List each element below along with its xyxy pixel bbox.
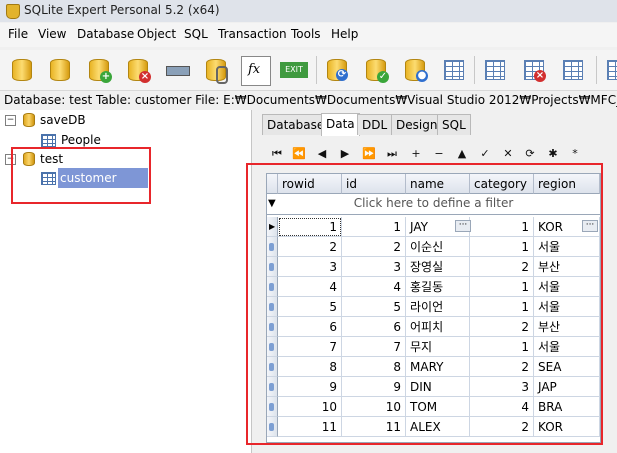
insert-record-icon[interactable]: + xyxy=(405,145,427,163)
refresh-data-icon[interactable]: ⟳ xyxy=(519,145,541,163)
app-icon xyxy=(6,4,20,19)
menu-sql[interactable]: SQL xyxy=(184,27,208,41)
attach-database-icon[interactable]: + xyxy=(85,56,113,84)
exit-icon[interactable]: EXIT xyxy=(280,62,308,78)
first-record-icon[interactable]: ⏮ xyxy=(266,145,288,163)
tab-ddl[interactable]: DDL xyxy=(357,114,393,135)
next-record-icon[interactable]: ▶ xyxy=(334,145,356,163)
path-bar: Database: test Table: customer File: E:₩… xyxy=(0,91,617,110)
check-icon[interactable]: ✓ xyxy=(362,56,390,84)
menu-view[interactable]: View xyxy=(38,27,66,41)
cancel-edit-icon[interactable]: ✕ xyxy=(497,145,519,163)
last-record-icon[interactable]: ⏭ xyxy=(381,145,403,163)
edit-record-icon[interactable]: ▲ xyxy=(451,145,473,163)
filter-icon[interactable]: * xyxy=(564,145,586,163)
prior-page-icon[interactable]: ⏪ xyxy=(288,145,310,163)
tab-design[interactable]: Design xyxy=(391,114,443,135)
open-database-icon[interactable] xyxy=(46,56,74,84)
more-icon[interactable] xyxy=(603,56,617,84)
highlight-box-tree xyxy=(11,147,151,204)
post-edit-icon[interactable]: ✓ xyxy=(474,145,496,163)
menu-help[interactable]: Help xyxy=(331,27,358,41)
menu-transaction[interactable]: Transaction xyxy=(218,27,287,41)
table-icon xyxy=(41,134,56,147)
menu-object[interactable]: Object xyxy=(137,27,176,41)
window-title: SQLite Expert Personal 5.2 (x64) xyxy=(24,3,220,17)
bookmark-icon[interactable]: ✱ xyxy=(542,145,564,163)
menu-file[interactable]: File xyxy=(8,27,28,41)
tab-database[interactable]: Database xyxy=(262,114,330,135)
path-text: Database: test Table: customer File: E:₩… xyxy=(4,93,617,107)
new-table-icon[interactable] xyxy=(481,56,509,84)
tab-sql[interactable]: SQL xyxy=(437,114,471,135)
title-bar: SQLite Expert Personal 5.2 (x64) xyxy=(0,0,617,22)
function-icon[interactable]: fx xyxy=(241,56,271,86)
delete-record-icon[interactable]: − xyxy=(428,145,450,163)
menu-tools[interactable]: Tools xyxy=(291,27,321,41)
vacuum-icon[interactable] xyxy=(163,56,191,84)
detach-database-icon[interactable]: × xyxy=(124,56,152,84)
database-icon xyxy=(23,113,35,127)
record-navigator: ⏮ ⏪ ◀ ▶ ⏩ ⏭ + − ▲ ✓ ✕ ⟳ ✱ * xyxy=(262,144,592,164)
collapse-savedb-icon[interactable]: − xyxy=(5,115,16,126)
prior-record-icon[interactable]: ◀ xyxy=(311,145,333,163)
tab-data[interactable]: Data xyxy=(321,113,360,136)
menu-bar: File View Database Object SQL Transactio… xyxy=(0,23,617,47)
refresh-icon[interactable]: ⟳ xyxy=(323,56,351,84)
backup-icon[interactable] xyxy=(202,56,230,84)
next-page-icon[interactable]: ⏩ xyxy=(358,145,380,163)
table-grid-icon[interactable] xyxy=(440,56,468,84)
toolbar: + × fx EXIT ⟳ ✓ ● × xyxy=(0,50,617,91)
new-view-icon[interactable] xyxy=(559,56,587,84)
new-database-icon[interactable] xyxy=(8,56,36,84)
menu-database[interactable]: Database xyxy=(77,27,134,41)
tree-item-savedb[interactable]: saveDB xyxy=(40,113,86,131)
highlight-box-grid xyxy=(246,163,603,445)
user-icon[interactable]: ● xyxy=(401,56,429,84)
edit-table-icon[interactable]: × xyxy=(520,56,548,84)
